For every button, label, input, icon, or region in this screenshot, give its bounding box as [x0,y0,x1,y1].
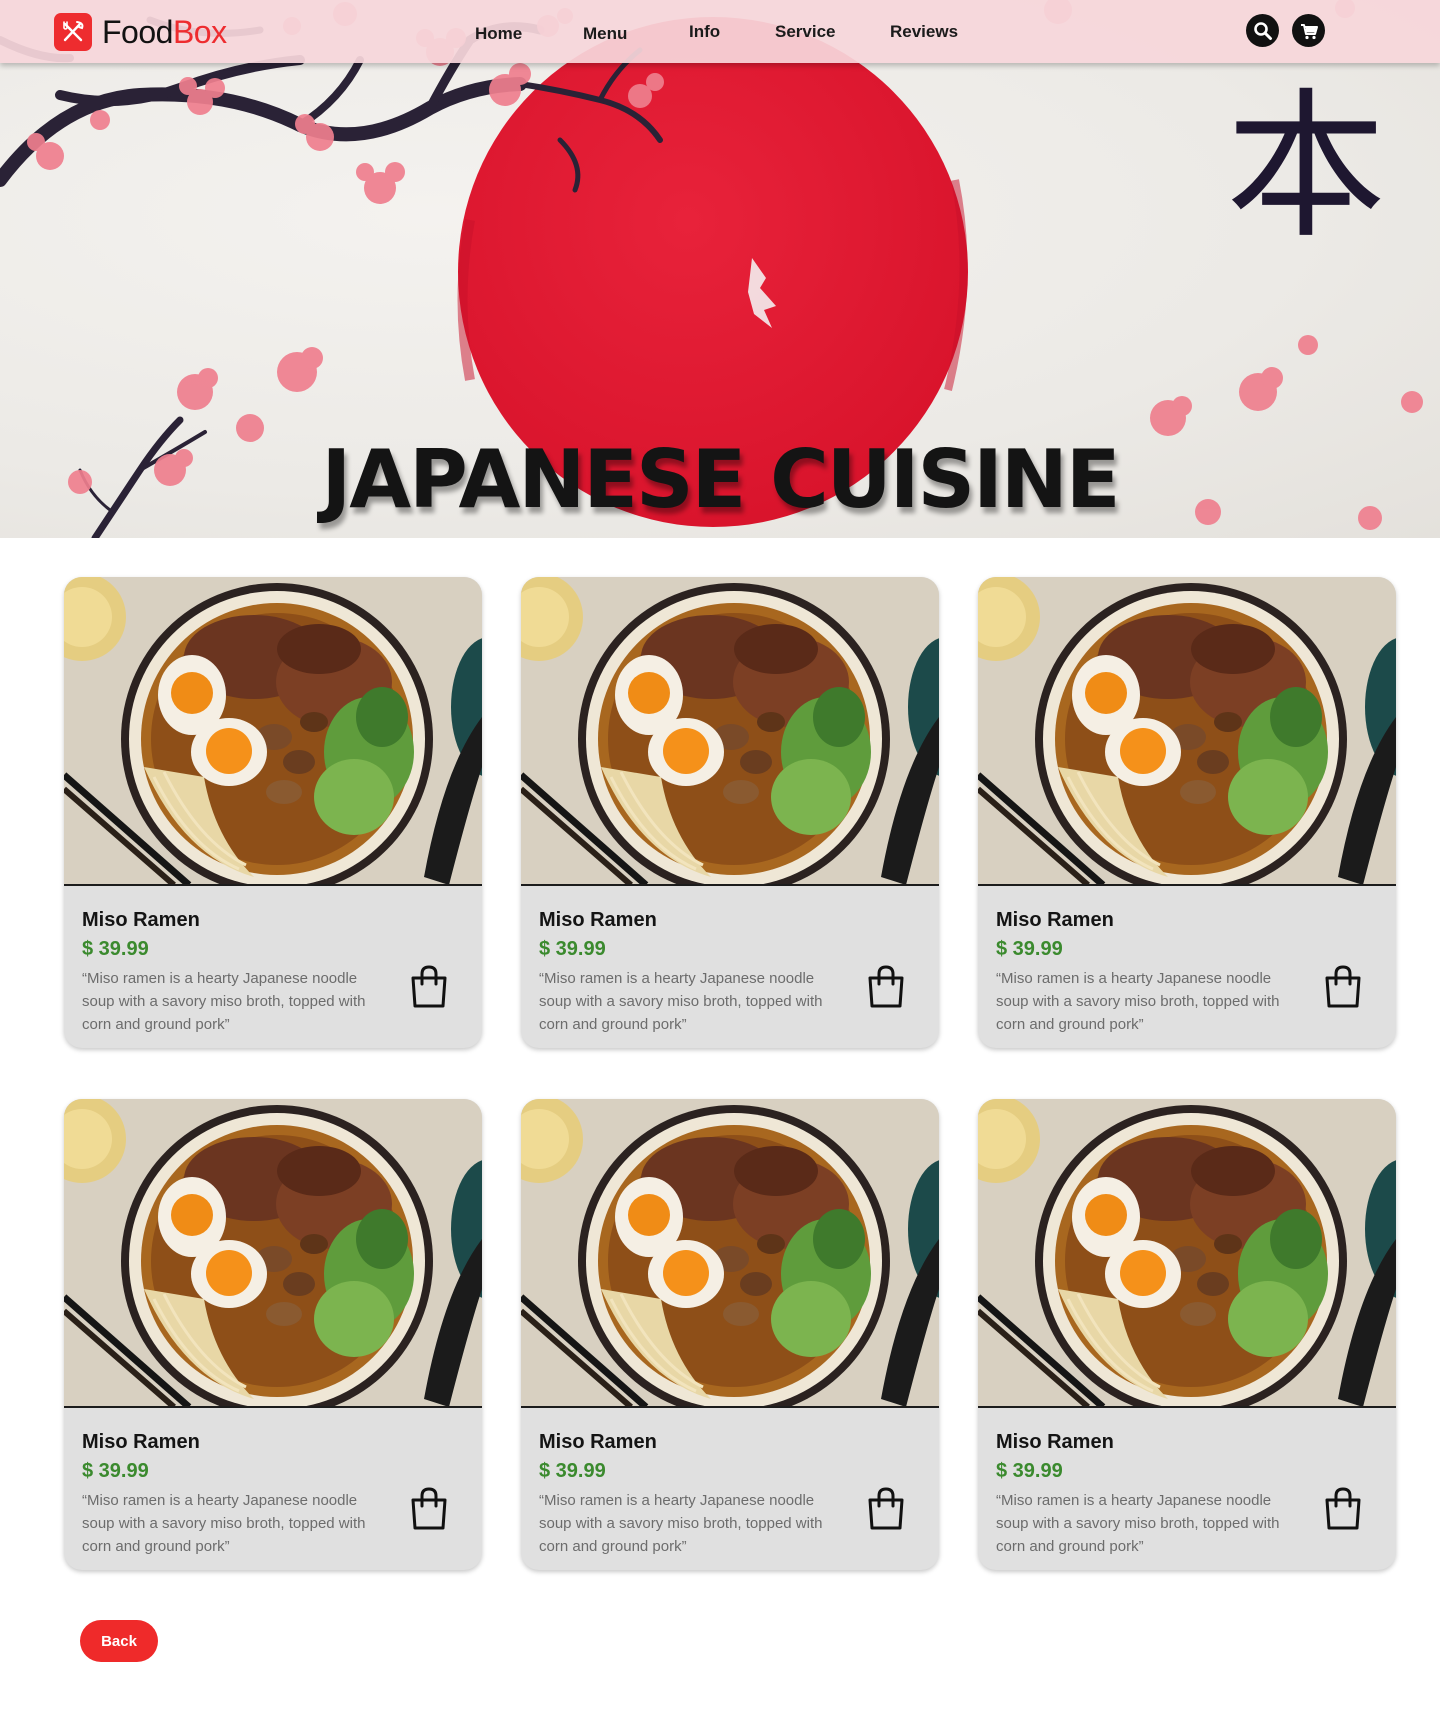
top-navbar: FoodBox Home Menu Info Service Reviews [0,0,1440,63]
product-card-1[interactable]: Miso Ramen $ 39.99 “Miso ramen is a hear… [64,577,482,1048]
product-description: “Miso ramen is a hearty Japanese noodle … [996,1492,1280,1555]
ramen-bowl-image [64,577,482,885]
nav-menu[interactable]: Menu [583,22,627,46]
brand-name-part1: Food [102,14,173,50]
fork-knife-icon [54,13,92,51]
product-card-5[interactable]: Miso Ramen $ 39.99 “Miso ramen is a hear… [521,1099,939,1570]
card-divider [64,884,482,886]
back-button[interactable]: Back [80,1620,158,1662]
ramen-bowl-image [64,1099,482,1407]
product-description: “Miso ramen is a hearty Japanese noodle … [539,1492,823,1555]
hero-banner: 本 JAPANESE CUISINE [0,0,1440,538]
shopping-bag-icon[interactable] [409,964,449,1009]
ramen-bowl-image [521,577,939,885]
nav-reviews[interactable]: Reviews [890,20,958,44]
shopping-bag-icon[interactable] [866,964,906,1009]
product-description: “Miso ramen is a hearty Japanese noodle … [82,1492,366,1555]
shopping-bag-icon[interactable] [866,1486,906,1531]
brand-logo[interactable]: FoodBox [54,12,227,52]
brand-name: FoodBox [102,12,227,52]
card-divider [978,884,1396,886]
card-divider [521,1406,939,1408]
product-name: Miso Ramen [996,909,1114,931]
product-price: $ 39.99 [82,938,149,960]
card-divider [978,1406,1396,1408]
product-price: $ 39.99 [996,1460,1063,1482]
product-description: “Miso ramen is a hearty Japanese noodle … [539,970,823,1033]
product-name: Miso Ramen [82,1431,200,1453]
brand-name-part2: Box [172,14,227,50]
ramen-bowl-image [521,1099,939,1407]
product-card-6[interactable]: Miso Ramen $ 39.99 “Miso ramen is a hear… [978,1099,1396,1570]
cart-icon[interactable] [1292,14,1325,47]
product-name: Miso Ramen [82,909,200,931]
product-price: $ 39.99 [539,938,606,960]
search-icon[interactable] [1246,14,1279,47]
card-divider [521,884,939,886]
product-description: “Miso ramen is a hearty Japanese noodle … [82,970,366,1033]
product-card-4[interactable]: Miso Ramen $ 39.99 “Miso ramen is a hear… [64,1099,482,1570]
product-price: $ 39.99 [996,938,1063,960]
product-card-2[interactable]: Miso Ramen $ 39.99 “Miso ramen is a hear… [521,577,939,1048]
page-title: JAPANESE CUISINE [321,433,1120,526]
nav-service[interactable]: Service [775,20,836,44]
product-name: Miso Ramen [539,1431,657,1453]
nav-home[interactable]: Home [475,22,522,46]
product-name: Miso Ramen [539,909,657,931]
product-card-3[interactable]: Miso Ramen $ 39.99 “Miso ramen is a hear… [978,577,1396,1048]
product-name: Miso Ramen [996,1431,1114,1453]
ramen-bowl-image [978,577,1396,885]
product-price: $ 39.99 [539,1460,606,1482]
product-description: “Miso ramen is a hearty Japanese noodle … [996,970,1280,1033]
product-price: $ 39.99 [82,1460,149,1482]
nav-info[interactable]: Info [689,20,720,44]
shopping-bag-icon[interactable] [1323,964,1363,1009]
card-divider [64,1406,482,1408]
kanji-glyph: 本 [1226,73,1386,260]
shopping-bag-icon[interactable] [1323,1486,1363,1531]
shopping-bag-icon[interactable] [409,1486,449,1531]
ramen-bowl-image [978,1099,1396,1407]
